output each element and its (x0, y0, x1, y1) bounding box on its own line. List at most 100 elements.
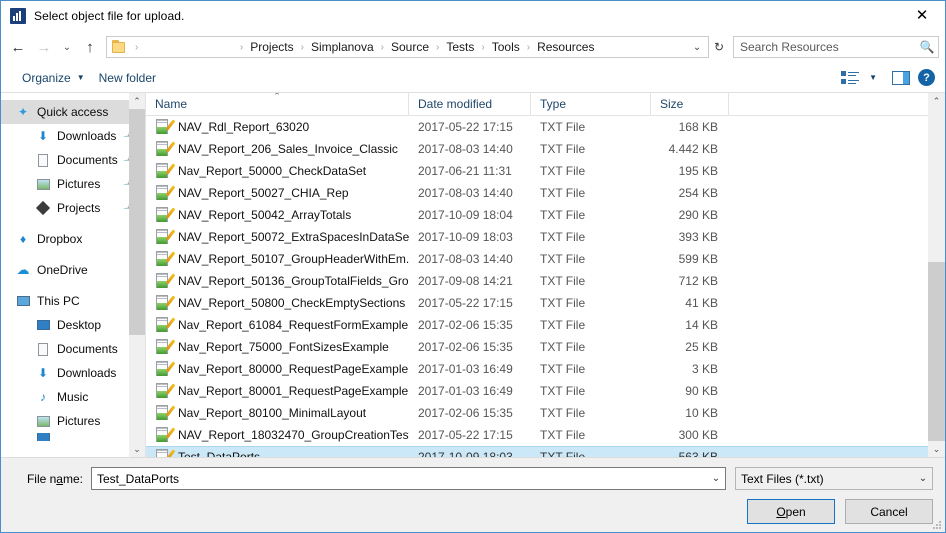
sidebar-item-documents-pc[interactable]: Documents (1, 337, 145, 361)
file-list-scroll-track[interactable] (928, 109, 945, 441)
table-row[interactable]: NAV_Report_206_Sales_Invoice_Classic 201… (146, 138, 945, 160)
sidebar-item-dropbox[interactable]: ♦ Dropbox (1, 227, 145, 251)
file-list-scrollbar[interactable]: ⌃ ⌄ (928, 93, 945, 457)
sidebar-scroll-track[interactable] (129, 109, 145, 441)
sidebar-item-downloads[interactable]: ⬇ Downloads 📌 (1, 124, 145, 148)
address-bar[interactable]: › › Projects › Simplanova › Source › Tes… (106, 36, 709, 58)
file-size: 599 KB (678, 252, 718, 266)
txt-file-icon (155, 383, 176, 399)
txt-file-icon (155, 427, 176, 443)
sidebar-item-pictures-pc[interactable]: Pictures (1, 409, 145, 433)
sidebar-item-this-pc[interactable]: This PC (1, 289, 145, 313)
breadcrumb-projects[interactable]: Projects (248, 39, 295, 55)
search-box[interactable]: 🔍 (733, 36, 939, 58)
sidebar-scroll-thumb[interactable] (129, 109, 145, 335)
file-date: 2017-10-09 18:03 (418, 230, 513, 244)
breadcrumb-separator: › (481, 41, 485, 53)
new-folder-button[interactable]: New folder (92, 68, 163, 88)
breadcrumb-simplanova[interactable]: Simplanova (309, 39, 376, 55)
organize-label: Organize (22, 70, 71, 85)
table-row[interactable]: Nav_Report_80001_RequestPageExample 2017… (146, 380, 945, 402)
help-button[interactable]: ? (918, 69, 935, 86)
column-header-size[interactable]: Size (651, 93, 729, 115)
filename-label: File name: (13, 472, 91, 486)
file-list-scroll-thumb[interactable] (928, 261, 945, 441)
file-type-filter-select[interactable]: Text Files (*.txt) ⌄ (735, 467, 933, 490)
file-type: TXT File (540, 274, 586, 288)
chevron-down-icon[interactable]: ⌄ (688, 42, 706, 53)
organize-button[interactable]: Organize ▼ (15, 68, 92, 88)
back-button[interactable]: ← (5, 34, 31, 60)
breadcrumb-separator: › (135, 41, 139, 53)
sidebar-item-downloads-pc[interactable]: ⬇ Downloads (1, 361, 145, 385)
txt-file-icon (155, 229, 176, 245)
search-input[interactable] (734, 38, 916, 56)
table-row[interactable]: NAV_Report_50042_ArrayTotals 2017-10-09 … (146, 204, 945, 226)
breadcrumb-tests[interactable]: Tests (444, 39, 476, 55)
sidebar-item-desktop[interactable]: Desktop (1, 313, 145, 337)
column-header-type[interactable]: Type (531, 93, 651, 115)
file-name: Nav_Report_80000_RequestPageExample (178, 362, 409, 376)
table-row[interactable]: NAV_Report_50027_CHIA_Rep 2017-08-03 14:… (146, 182, 945, 204)
search-icon[interactable]: 🔍 (916, 40, 938, 54)
column-header-date-modified[interactable]: Date modified (409, 93, 531, 115)
filename-label-pre: File n (26, 471, 57, 486)
sidebar-item-projects[interactable]: Projects 📌 (1, 196, 145, 220)
file-name: NAV_Rdl_Report_63020 (178, 120, 310, 134)
scroll-up-icon[interactable]: ⌃ (928, 93, 945, 109)
chevron-down-icon[interactable]: ⌄ (707, 473, 725, 484)
filename-input[interactable]: Test_DataPorts ⌄ (91, 467, 726, 490)
sidebar-item-pictures[interactable]: Pictures 📌 (1, 172, 145, 196)
scroll-up-icon[interactable]: ⌃ (129, 93, 145, 109)
table-row[interactable]: NAV_Report_50136_GroupTotalFields_Gro...… (146, 270, 945, 292)
sidebar-scrollbar[interactable]: ⌃ ⌄ (129, 93, 145, 457)
forward-button[interactable]: → (31, 34, 57, 60)
breadcrumb-tools[interactable]: Tools (490, 39, 522, 55)
sidebar-item-quick-access[interactable]: ✦ Quick access (1, 100, 145, 124)
close-button[interactable]: ✕ (899, 1, 945, 30)
column-header-name[interactable]: ⌃ Name (146, 93, 409, 115)
refresh-button[interactable]: ↻ (709, 36, 729, 58)
sidebar-item-partial[interactable] (1, 433, 145, 441)
table-row-selected[interactable]: Test_DataPorts 2017-10-09 18:03 TXT File… (146, 446, 945, 457)
scroll-down-icon[interactable]: ⌄ (928, 441, 945, 457)
preview-pane-icon[interactable] (892, 70, 910, 85)
resize-grip[interactable] (932, 520, 942, 530)
breadcrumb-source[interactable]: Source (389, 39, 431, 55)
table-row[interactable]: NAV_Report_50107_GroupHeaderWithEm... 20… (146, 248, 945, 270)
file-date: 2017-10-09 18:03 (418, 450, 513, 457)
table-row[interactable]: Nav_Report_61084_RequestFormExample 2017… (146, 314, 945, 336)
sidebar-item-music[interactable]: ♪ Music (1, 385, 145, 409)
table-row[interactable]: NAV_Rdl_Report_63020 2017-05-22 17:15 TX… (146, 116, 945, 138)
dialog-body: ✦ Quick access ⬇ Downloads 📌 Documents 📌… (1, 93, 945, 457)
open-button[interactable]: Open (747, 499, 835, 524)
up-button[interactable]: ↑ (77, 34, 103, 60)
folder-gem-icon (35, 200, 51, 216)
breadcrumb-resources[interactable]: Resources (535, 39, 596, 55)
column-label: Date modified (418, 97, 493, 111)
column-label: Type (540, 97, 567, 111)
file-type: TXT File (540, 142, 586, 156)
table-row[interactable]: Nav_Report_80000_RequestPageExample 2017… (146, 358, 945, 380)
cancel-button[interactable]: Cancel (845, 499, 933, 524)
chevron-down-icon[interactable]: ⌄ (914, 473, 932, 484)
table-row[interactable]: Nav_Report_80100_MinimalLayout 2017-02-0… (146, 402, 945, 424)
file-date: 2017-01-03 16:49 (418, 362, 513, 376)
table-row[interactable]: NAV_Report_18032470_GroupCreationTest 20… (146, 424, 945, 446)
table-row[interactable]: NAV_Report_50800_CheckEmptySections 2017… (146, 292, 945, 314)
file-size: 14 KB (685, 318, 718, 332)
txt-file-icon (155, 361, 176, 377)
file-date: 2017-02-06 15:35 (418, 406, 513, 420)
recent-locations-button[interactable]: ⌄ (57, 34, 77, 60)
table-row[interactable]: Nav_Report_50000_CheckDataSet 2017-06-21… (146, 160, 945, 182)
sidebar-item-onedrive[interactable]: ☁ OneDrive (1, 258, 145, 282)
video-icon (35, 433, 51, 441)
file-type: TXT File (540, 318, 586, 332)
file-date: 2017-10-09 18:04 (418, 208, 513, 222)
table-row[interactable]: Nav_Report_75000_FontSizesExample 2017-0… (146, 336, 945, 358)
dropbox-icon: ♦ (19, 232, 27, 246)
table-row[interactable]: NAV_Report_50072_ExtraSpacesInDataSet 20… (146, 226, 945, 248)
scroll-down-icon[interactable]: ⌄ (129, 441, 145, 457)
change-view-button[interactable]: ▼ (834, 67, 884, 89)
sidebar-item-documents[interactable]: Documents 📌 (1, 148, 145, 172)
